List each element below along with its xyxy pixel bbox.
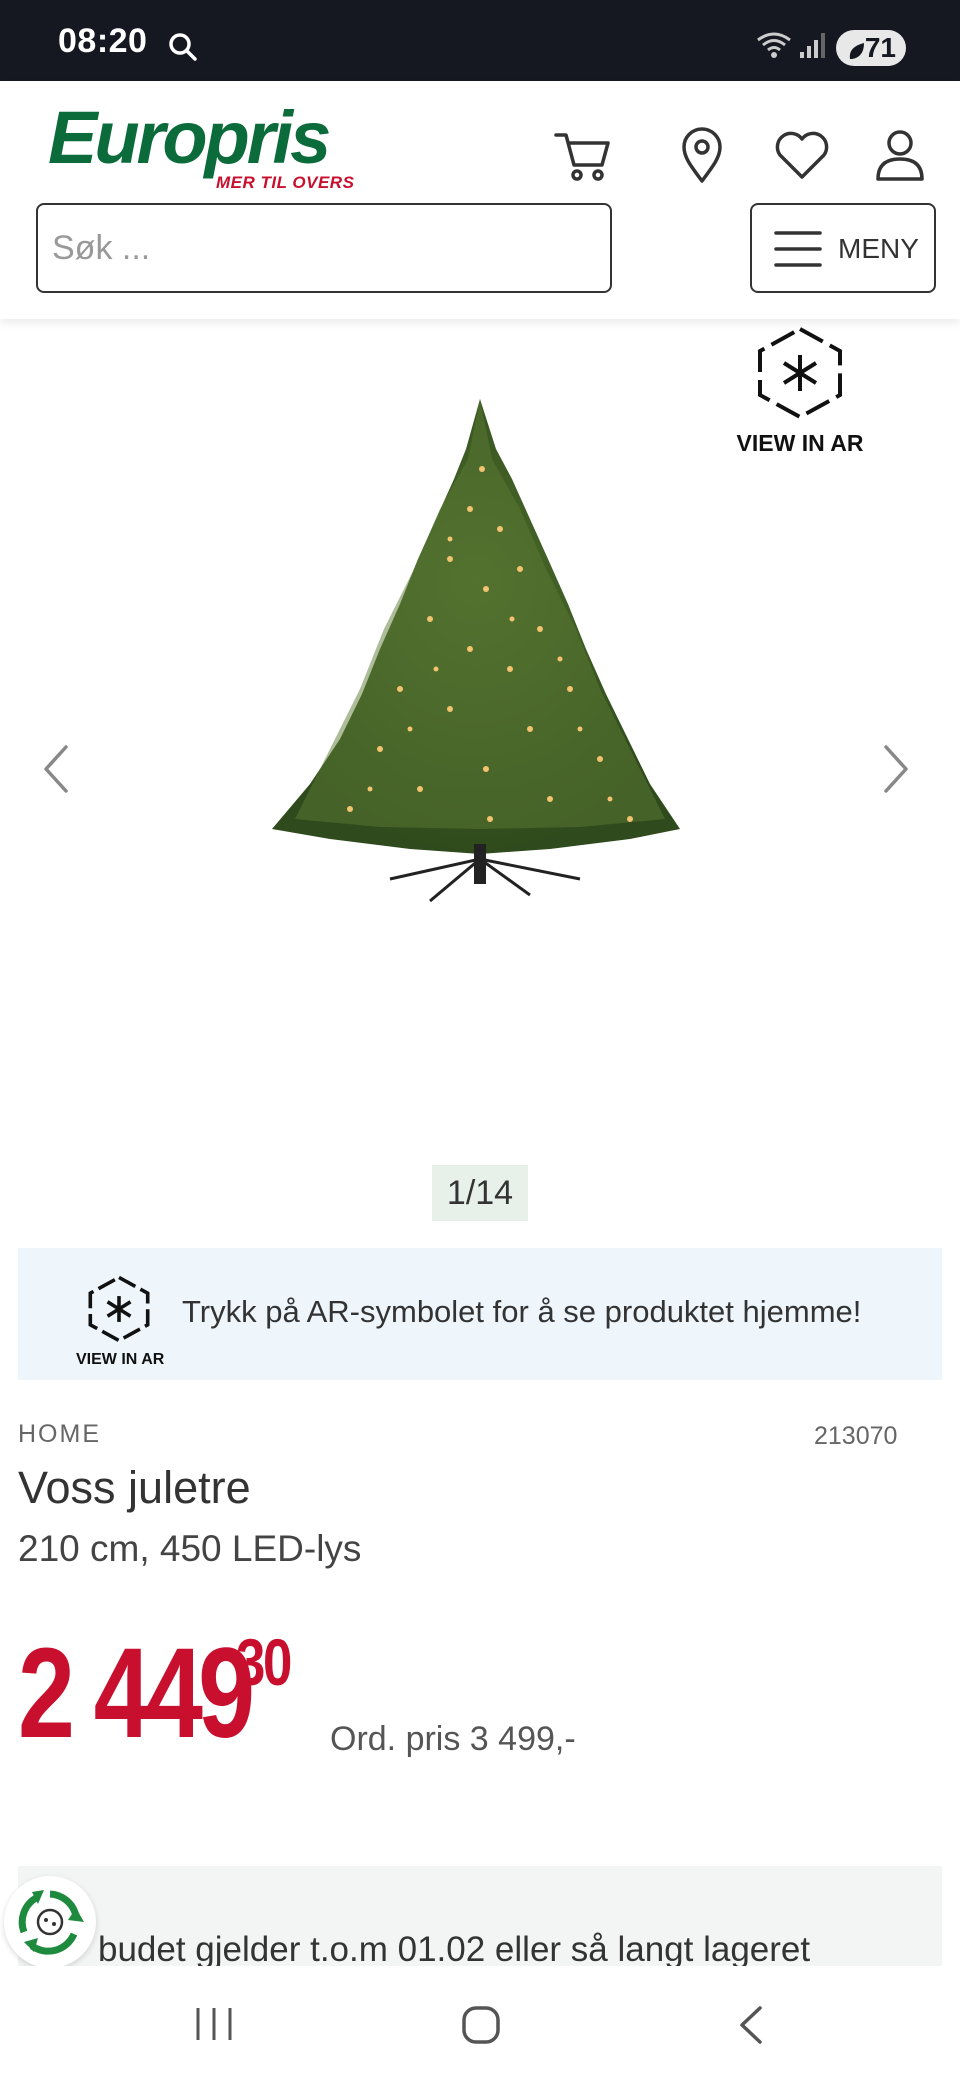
europris-logo[interactable]: Europris MER TIL OVERS	[48, 96, 354, 193]
recent-apps-button[interactable]	[192, 2004, 236, 2049]
view-in-ar-label: VIEW IN AR	[736, 430, 864, 456]
home-icon	[462, 2006, 500, 2044]
back-icon	[740, 2006, 762, 2044]
ar-banner-icon-label: VIEW IN AR	[76, 1351, 165, 1368]
search-input[interactable]: Søk ...	[36, 203, 612, 293]
offer-info-bar: budet gjelder t.o.m 01.02 eller så langt…	[18, 1866, 942, 1966]
view-in-ar-button[interactable]: VIEW IN AR	[732, 325, 868, 457]
cart-icon[interactable]	[552, 125, 612, 185]
gallery-next-button[interactable]	[878, 739, 914, 804]
wifi-icon	[756, 30, 792, 65]
gallery-counter: 1/14	[432, 1165, 528, 1221]
product-price: 2 449 30	[18, 1622, 308, 1765]
user-icon[interactable]	[870, 125, 930, 185]
ar-info-banner[interactable]: VIEW IN AR Trykk på AR-symbolet for å se…	[18, 1248, 942, 1380]
offer-text: budet gjelder t.o.m 01.02 eller så langt…	[98, 1930, 811, 1966]
location-pin-icon[interactable]	[672, 125, 732, 185]
price-cents: 30	[236, 1625, 292, 1699]
battery-saver-icon	[846, 36, 868, 72]
logo-tagline: MER TIL OVERS	[216, 173, 355, 192]
recent-apps-icon	[196, 2008, 232, 2040]
product-sku: 213070	[814, 1422, 898, 1450]
chevron-right-icon	[884, 745, 908, 793]
logo-wordmark: Europris	[48, 96, 331, 179]
battery-level: 71	[864, 32, 896, 63]
status-time: 08:20	[58, 22, 148, 60]
ar-cube-icon	[758, 326, 842, 420]
back-button[interactable]	[736, 2004, 766, 2051]
chevron-left-icon	[44, 745, 68, 793]
ar-cube-icon	[88, 1275, 150, 1343]
christmas-tree-image[interactable]	[250, 389, 710, 909]
ar-banner-message: Trykk på AR-symbolet for å se produktet …	[182, 1294, 862, 1329]
menu-button[interactable]: MENY	[750, 203, 936, 293]
product-subtitle: 210 cm, 450 LED-lys	[18, 1528, 362, 1569]
recycle-badge[interactable]	[4, 1876, 96, 1968]
status-bar: 08:20 71	[0, 0, 960, 81]
price-main: 2 449	[18, 1622, 255, 1765]
ar-banner-icon-group: VIEW IN AR	[76, 1274, 165, 1369]
battery-indicator: 71	[836, 30, 906, 66]
gallery-prev-button[interactable]	[38, 739, 74, 804]
hamburger-icon	[774, 229, 822, 274]
heart-icon[interactable]	[772, 125, 832, 185]
signal-icon	[798, 30, 828, 65]
menu-label: MENY	[838, 233, 919, 264]
breadcrumb-category[interactable]: HOME	[18, 1420, 101, 1449]
site-header: Europris MER TIL OVERS Søk ... MENY	[0, 81, 960, 319]
system-nav-bar	[0, 1966, 960, 2080]
product-image-gallery: VIEW IN AR 1/14	[0, 319, 960, 1239]
home-button[interactable]	[460, 2004, 502, 2051]
product-title: Voss juletre	[18, 1462, 251, 1513]
ordinary-price: Ord. pris 3 499,-	[330, 1720, 576, 1758]
search-icon	[168, 32, 198, 67]
recycle-icon	[18, 1890, 84, 1955]
